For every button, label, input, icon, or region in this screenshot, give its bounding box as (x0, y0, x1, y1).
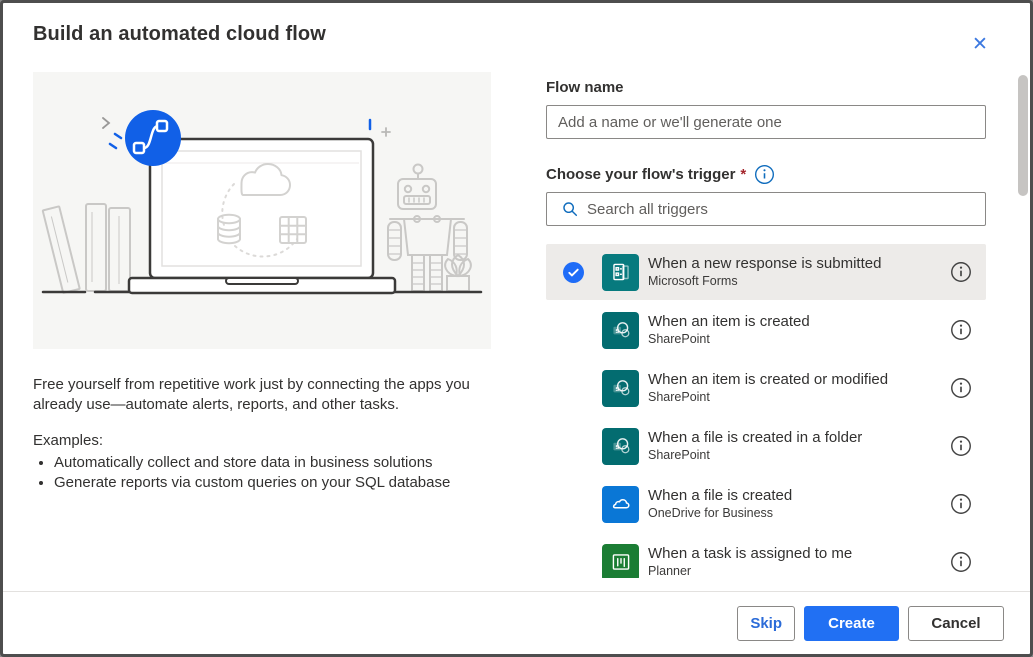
trigger-service: SharePoint (648, 390, 888, 405)
example-item: Generate reports via custom queries on y… (54, 473, 491, 493)
trigger-info-icon[interactable] (754, 164, 775, 185)
trigger-row[interactable]: When a new response is submitted Microso… (546, 244, 986, 300)
trigger-row[interactable]: s When an item is created or modified Sh… (546, 360, 986, 416)
right-column: Flow name Choose your flow's trigger * W… (546, 73, 986, 578)
info-icon[interactable] (950, 377, 972, 399)
search-triggers-input[interactable] (587, 201, 977, 218)
info-icon[interactable] (950, 435, 972, 457)
create-button[interactable]: Create (804, 606, 899, 641)
flow-name-label: Flow name (546, 79, 986, 96)
skip-button[interactable]: Skip (737, 606, 795, 641)
sharepoint-icon: s (602, 428, 639, 465)
info-icon[interactable] (950, 551, 972, 573)
svg-text:s: s (615, 328, 619, 335)
left-column: Free yourself from repetitive work just … (33, 72, 491, 493)
trigger-service: SharePoint (648, 448, 862, 463)
examples-heading: Examples: (33, 432, 491, 449)
trigger-row[interactable]: s When a file is created in a folder Sha… (546, 418, 986, 474)
trigger-title: When a file is created in a folder (648, 429, 862, 446)
trigger-row[interactable]: When a file is created OneDrive for Busi… (546, 476, 986, 532)
flow-name-input[interactable] (546, 105, 986, 139)
search-icon (561, 200, 579, 218)
footer: Skip Create Cancel (737, 606, 1004, 641)
selected-check-icon (563, 262, 584, 283)
close-icon[interactable]: ✕ (965, 29, 995, 59)
description-text: Free yourself from repetitive work just … (33, 375, 491, 415)
info-icon[interactable] (950, 261, 972, 283)
trigger-title: When an item is created or modified (648, 371, 888, 388)
example-item: Automatically collect and store data in … (54, 453, 491, 473)
trigger-title: When a new response is submitted (648, 255, 881, 272)
trigger-row[interactable]: s When an item is created SharePoint (546, 302, 986, 358)
selected-check-icon (563, 494, 584, 515)
planner-icon (602, 544, 639, 579)
examples-list: Automatically collect and store data in … (54, 453, 491, 493)
scrollbar[interactable] (1017, 65, 1029, 588)
flow-badge-icon (125, 110, 181, 166)
selected-check-icon (563, 320, 584, 341)
trigger-service: SharePoint (648, 332, 810, 347)
selected-check-icon (563, 552, 584, 573)
scrollbar-thumb[interactable] (1018, 75, 1028, 196)
required-marker: * (740, 166, 746, 183)
trigger-service: OneDrive for Business (648, 506, 792, 521)
laptop-illustration (129, 139, 395, 293)
trigger-title: When a file is created (648, 487, 792, 504)
build-automated-cloud-flow-dialog: Build an automated cloud flow ✕ (0, 0, 1033, 657)
dialog-title: Build an automated cloud flow (33, 23, 326, 46)
trigger-list: When a new response is submitted Microso… (546, 244, 986, 578)
sharepoint-icon: s (602, 370, 639, 407)
search-box (546, 192, 986, 226)
trigger-service: Planner (648, 564, 852, 578)
sharepoint-icon: s (602, 312, 639, 349)
cancel-button[interactable]: Cancel (908, 606, 1004, 641)
onedrive-icon (602, 486, 639, 523)
microsoft-forms-icon (602, 254, 639, 291)
trigger-service: Microsoft Forms (648, 274, 881, 289)
footer-divider (3, 591, 1030, 592)
trigger-title: When an item is created (648, 313, 810, 330)
trigger-row[interactable]: When a task is assigned to me Planner (546, 534, 986, 578)
automation-illustration (33, 72, 491, 349)
selected-check-icon (563, 436, 584, 457)
trigger-title: When a task is assigned to me (648, 545, 852, 562)
info-icon[interactable] (950, 493, 972, 515)
trigger-label: Choose your flow's trigger (546, 166, 735, 183)
svg-text:s: s (615, 444, 619, 451)
svg-text:s: s (615, 386, 619, 393)
info-icon[interactable] (950, 319, 972, 341)
selected-check-icon (563, 378, 584, 399)
